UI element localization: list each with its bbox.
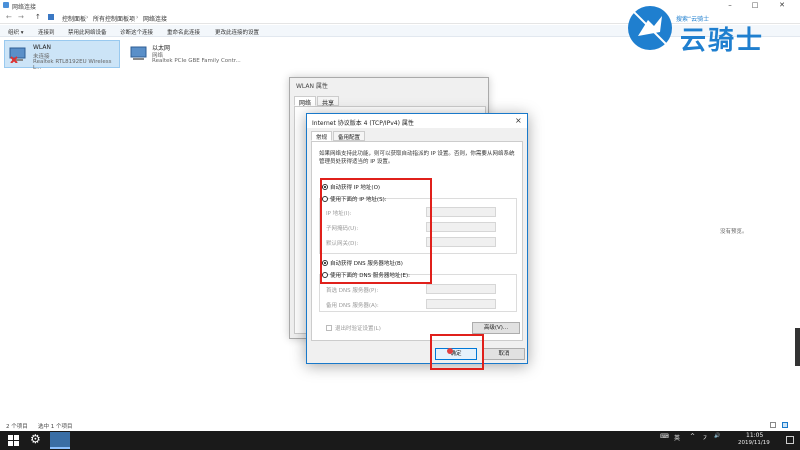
adapter-wlan[interactable]: WLAN 未连接 Realtek RTL8192EU Wireless L... xyxy=(4,40,120,71)
breadcrumb-control-panel[interactable]: 控制面板 xyxy=(62,14,86,23)
validate-label: 退出时验证设置(L) xyxy=(335,326,381,332)
highlight-box-radio-options xyxy=(320,178,432,284)
breadcrumb-network-connections[interactable]: 网络连接 xyxy=(143,14,167,23)
watermark-brand-text: 云骑士 xyxy=(680,26,765,56)
ime-indicator[interactable]: 英 xyxy=(674,433,680,442)
ipv4-dialog-title: Internet 协议版本 4 (TCP/IPv4) 属性 xyxy=(312,120,414,127)
adapter-ethernet[interactable]: 以太网 网络 Realtek PCIe GBE Family Contr... xyxy=(126,40,246,68)
preferred-dns-field[interactable] xyxy=(426,284,496,294)
ipv4-description: 如果网络支持此功能，则可以获取自动指派的 IP 设置。否则，你需要从网络系统管理… xyxy=(319,151,515,165)
side-panel-handle[interactable] xyxy=(795,328,800,366)
close-icon[interactable]: × xyxy=(515,116,522,125)
organize-menu[interactable]: 组织 ▾ xyxy=(8,28,24,36)
up-button[interactable]: ↑ xyxy=(35,13,41,21)
adapter-name: WLAN xyxy=(33,44,52,51)
tab-network[interactable]: 网络 xyxy=(294,96,317,107)
settings-gear-icon[interactable]: ⚙ xyxy=(30,432,41,446)
no-preview-text: 没有预览。 xyxy=(720,229,748,235)
wireless-adapter-icon xyxy=(9,47,26,63)
tab-sharing[interactable]: 共享 xyxy=(317,96,340,107)
preferred-dns-label: 首选 DNS 服务器(P): xyxy=(326,288,379,294)
clock-date[interactable]: 2019/11/19 xyxy=(738,440,770,446)
ip-address-field[interactable] xyxy=(426,207,496,217)
status-bar: 2 个项目 选中 1 个项目 xyxy=(0,420,800,431)
tab-alternate-config[interactable]: 备用配置 xyxy=(333,131,366,141)
wlan-dialog-title: WLAN 属性 xyxy=(296,83,328,90)
adapter-device: Realtek RTL8192EU Wireless L... xyxy=(33,59,112,71)
ipv4-dialog-title-bar: Internet 协议版本 4 (TCP/IPv4) 属性 × xyxy=(307,114,527,128)
action-center-icon[interactable] xyxy=(786,436,794,444)
default-gateway-field[interactable] xyxy=(426,237,496,247)
control-panel-icon xyxy=(48,14,54,20)
large-icons-view-icon[interactable] xyxy=(782,422,788,428)
taskbar: ⚙ ⌨ 英 ^ ㇇ 🔊 11:05 2019/11/19 xyxy=(0,431,800,450)
change-settings-button[interactable]: 更改此连接的设置 xyxy=(215,28,259,36)
diagnose-button[interactable]: 诊断这个连接 xyxy=(120,28,153,36)
ethernet-adapter-icon xyxy=(130,46,147,60)
details-view-icon[interactable] xyxy=(770,422,776,428)
network-connections-taskbar-icon[interactable] xyxy=(50,432,70,449)
selected-count: 选中 1 个项目 xyxy=(38,424,73,430)
back-button[interactable]: ← xyxy=(6,13,12,21)
cancel-button[interactable]: 取消 xyxy=(483,348,525,360)
tray-overflow-icon[interactable]: ^ xyxy=(690,433,695,440)
clock-time[interactable]: 11:05 xyxy=(746,432,763,439)
rename-button[interactable]: 重命名此连接 xyxy=(167,28,200,36)
network-folder-icon xyxy=(3,2,9,8)
knight-logo-icon xyxy=(628,6,672,50)
breadcrumb-all-items[interactable]: 所有控制面板项 xyxy=(93,14,135,23)
start-windows-icon[interactable] xyxy=(8,435,19,446)
network-status-icon[interactable]: ㇇ xyxy=(702,433,708,442)
breadcrumb-sep-icon: › xyxy=(86,14,89,21)
ipv4-dialog-body: 如果网络支持此功能，则可以获取自动指派的 IP 设置。否则，你需要从网络系统管理… xyxy=(311,141,523,341)
subnet-mask-field[interactable] xyxy=(426,222,496,232)
advanced-button[interactable]: 高级(V)... xyxy=(472,322,520,334)
connect-to-button[interactable]: 连接到 xyxy=(38,28,55,36)
checkbox-unchecked-icon xyxy=(326,325,332,331)
alternate-dns-label: 备用 DNS 服务器(A): xyxy=(326,303,379,309)
item-count: 2 个项目 xyxy=(6,424,28,430)
alternate-dns-field[interactable] xyxy=(426,299,496,309)
volume-icon[interactable]: 🔊 xyxy=(714,433,720,439)
ipv4-properties-dialog: Internet 协议版本 4 (TCP/IPv4) 属性 × 常规 备用配置 … xyxy=(306,113,528,364)
adapter-device: Realtek PCIe GBE Family Contr... xyxy=(152,58,241,64)
validate-on-exit-checkbox[interactable]: 退出时验证设置(L) xyxy=(326,324,381,332)
highlight-box-ok-button xyxy=(430,334,484,370)
forward-button[interactable]: → xyxy=(18,13,24,21)
disable-device-button[interactable]: 禁用此网络设备 xyxy=(68,28,107,36)
breadcrumb-sep-icon: › xyxy=(136,14,139,21)
tab-general[interactable]: 常规 xyxy=(311,131,333,141)
tray-keyboard-icon[interactable]: ⌨ xyxy=(660,433,669,440)
